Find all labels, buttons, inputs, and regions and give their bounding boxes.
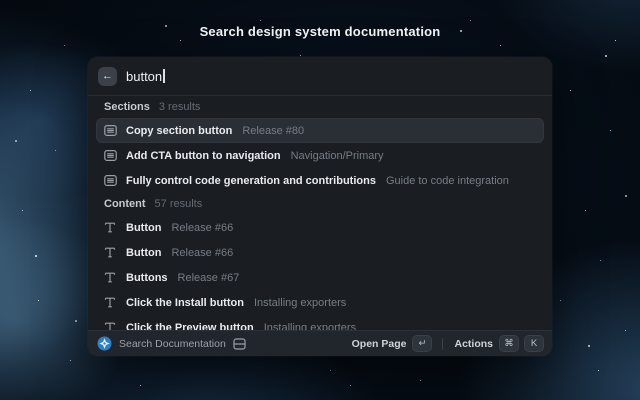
back-button[interactable]: ← <box>98 67 117 86</box>
result-subtitle: Release #67 <box>178 272 240 284</box>
result-title: Add CTA button to navigation <box>126 150 281 162</box>
actions-button[interactable]: Actions <box>454 338 493 350</box>
result-subtitle: Navigation/Primary <box>291 150 384 162</box>
result-subtitle: Release #66 <box>171 222 233 234</box>
result-subtitle: Installing exporters <box>254 297 346 309</box>
result-title: Fully control code generation and contri… <box>126 175 376 187</box>
footer-brand-label: Search Documentation <box>119 338 226 350</box>
search-bar: ← button <box>88 57 552 95</box>
text-caret <box>163 69 165 83</box>
footer-brand: Search Documentation <box>97 336 246 351</box>
group-header-sections: Sections 3 results <box>96 96 544 118</box>
search-modal: ← button Sections 3 results Copy section… <box>88 57 552 356</box>
result-row[interactable]: Button Release #66 <box>96 240 544 265</box>
result-subtitle: Guide to code integration <box>386 175 509 187</box>
result-subtitle: Release #80 <box>242 125 304 137</box>
group-header-content: Content 57 results <box>96 193 544 215</box>
footer-bar: Search Documentation Open Page ↵ Actions… <box>88 330 552 356</box>
search-query-text: button <box>126 69 162 84</box>
search-input[interactable]: button <box>126 69 165 84</box>
result-title: Click the Install button <box>126 297 244 309</box>
result-row[interactable]: Copy section button Release #80 <box>96 118 544 143</box>
footer-actions: Open Page ↵ Actions ⌘ K <box>352 336 543 351</box>
text-icon <box>103 221 117 235</box>
text-icon <box>103 271 117 285</box>
section-icon <box>103 149 117 163</box>
group-label: Content <box>104 198 146 210</box>
text-icon <box>103 296 117 310</box>
result-row[interactable]: Click the Preview button Installing expo… <box>96 315 544 331</box>
open-page-button[interactable]: Open Page <box>352 338 407 350</box>
section-icon <box>103 174 117 188</box>
command-key-badge: ⌘ <box>500 336 518 351</box>
text-icon <box>103 246 117 260</box>
window-panel-icon[interactable] <box>233 338 246 350</box>
results-list: Sections 3 results Copy section button R… <box>88 96 552 331</box>
result-row[interactable]: Fully control code generation and contri… <box>96 168 544 193</box>
result-row[interactable]: Click the Install button Installing expo… <box>96 290 544 315</box>
result-title: Button <box>126 247 161 259</box>
return-key-badge: ↵ <box>413 336 431 351</box>
footer-separator <box>442 338 443 350</box>
desktop-background: Search design system documentation ← but… <box>0 0 640 400</box>
group-count: 57 results <box>155 198 203 210</box>
result-title: Copy section button <box>126 125 232 137</box>
group-count: 3 results <box>159 101 201 113</box>
supernova-logo-icon <box>97 336 112 351</box>
result-title: Buttons <box>126 272 168 284</box>
result-row[interactable]: Buttons Release #67 <box>96 265 544 290</box>
k-key-badge: K <box>525 336 543 351</box>
result-subtitle: Release #66 <box>171 247 233 259</box>
page-title: Search design system documentation <box>0 24 640 39</box>
result-title: Button <box>126 222 161 234</box>
section-icon <box>103 124 117 138</box>
starfield-bright <box>0 0 2 2</box>
result-row[interactable]: Add CTA button to navigation Navigation/… <box>96 143 544 168</box>
result-row[interactable]: Button Release #66 <box>96 215 544 240</box>
arrow-left-icon: ← <box>102 67 113 86</box>
group-label: Sections <box>104 101 150 113</box>
